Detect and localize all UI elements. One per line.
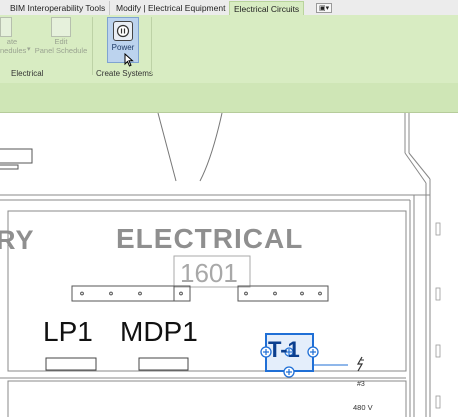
- adjacent-room-name: RY: [0, 225, 35, 255]
- fixture-dot: [138, 291, 142, 296]
- tab-bim-interoperability-tools[interactable]: BIM Interoperability Tools: [6, 1, 111, 15]
- edit-panel-schedule-label-2: Panel Schedule: [34, 45, 88, 55]
- plan-object: [435, 344, 441, 358]
- door-swing: [157, 113, 177, 182]
- fixture-dot: [318, 291, 322, 296]
- dropdown-arrow-icon: ▾: [27, 46, 31, 53]
- create-panel-schedules-button[interactable]: ate nedules: [0, 17, 27, 55]
- panel-lp1-label: LP1: [43, 316, 93, 347]
- tab-electrical-circuits[interactable]: Electrical Circuits: [229, 1, 305, 15]
- fixture-dot: [179, 291, 183, 296]
- fixture-dot: [300, 291, 304, 296]
- panel-mdp1-label: MDP1: [120, 316, 198, 347]
- mouse-pointer-icon: [124, 53, 134, 67]
- plan-object: [435, 395, 441, 409]
- power-circuit-icon: [113, 21, 133, 41]
- lightning-bolt-icon: [356, 356, 364, 372]
- group-separator: [151, 17, 152, 75]
- power-button-label: Power: [111, 43, 135, 52]
- tab-overflow-dropdown[interactable]: ▣▾: [316, 3, 333, 13]
- room-name-label: ELECTRICAL: [116, 223, 304, 254]
- ribbon-options-bar: [0, 83, 458, 113]
- edit-schedule-icon: [51, 17, 71, 37]
- wall-line: [404, 152, 427, 184]
- group-label-create-systems: Create Systems: [96, 69, 153, 78]
- plan-object: [0, 164, 19, 170]
- panel-mdp1-symbol[interactable]: [138, 357, 189, 371]
- plan-object: [0, 148, 33, 164]
- cable-tray: [237, 285, 329, 302]
- group-separator: [92, 17, 93, 75]
- fixture-dot: [109, 291, 113, 296]
- room-boundary: [7, 380, 407, 417]
- drawing-canvas[interactable]: RY ELECTRICAL 1601 LP1 MDP1 T-1 #3 480 V: [0, 113, 458, 417]
- cable-tray: [71, 285, 191, 302]
- power-button[interactable]: Power: [107, 17, 139, 63]
- plan-object: [435, 287, 441, 301]
- plan-object: [435, 222, 441, 236]
- edit-panel-schedule-button[interactable]: Edit Panel Schedule: [32, 17, 90, 55]
- group-label-electrical: Electrical: [11, 69, 44, 78]
- fixture-dot: [273, 291, 277, 296]
- door-swing: [199, 113, 223, 182]
- tab-modify-electrical-equipment[interactable]: Modify | Electrical Equipment: [112, 1, 231, 15]
- panel-lp1-symbol[interactable]: [45, 357, 97, 371]
- ribbon-tab-bar: BIM Interoperability Tools Modify | Elec…: [0, 0, 458, 16]
- create-panel-schedules-label-2: nedules: [0, 45, 27, 55]
- wall-line: [408, 152, 431, 180]
- transformer-tag[interactable]: T-1: [268, 337, 300, 363]
- voltage-label: 480 V: [353, 403, 373, 412]
- circuit-number-label: #3: [357, 381, 365, 388]
- schedule-icon: [0, 17, 12, 37]
- room-number-label: 1601: [180, 258, 238, 288]
- ribbon-panel: ate nedules ▾ Edit Panel Schedule Electr…: [0, 15, 458, 83]
- fixture-dot: [244, 291, 248, 296]
- fixture-dot: [80, 291, 84, 296]
